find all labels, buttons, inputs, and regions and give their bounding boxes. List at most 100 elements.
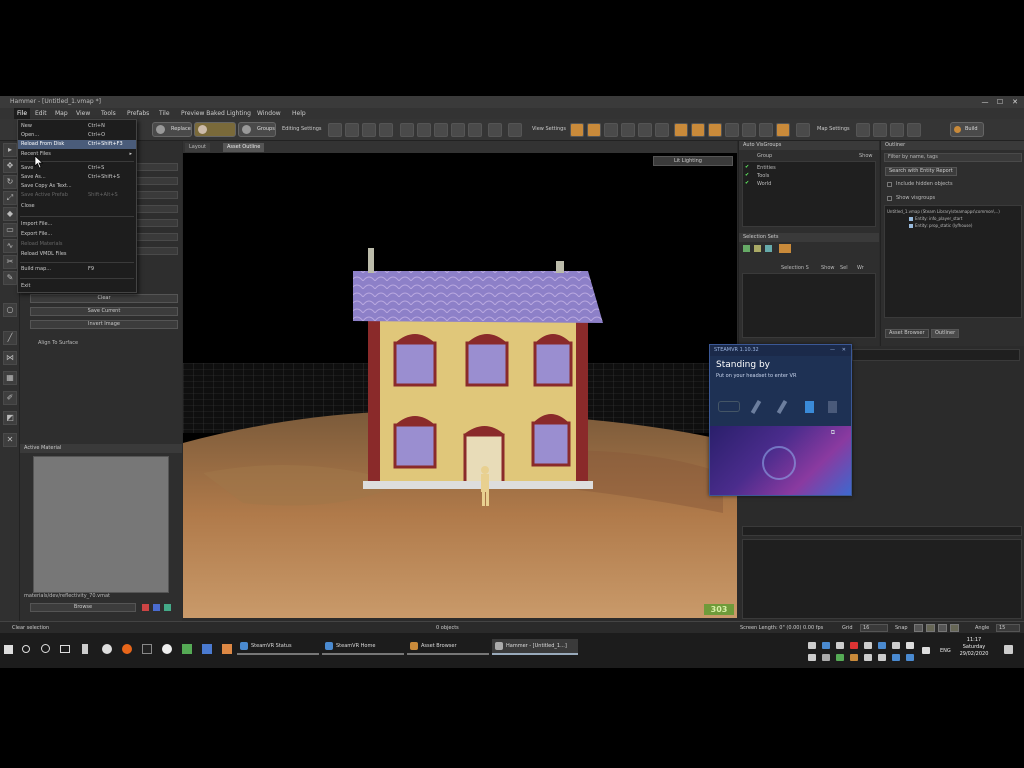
view-toggle-4-icon[interactable] bbox=[621, 123, 635, 137]
grid-tool-icon[interactable]: ▦ bbox=[3, 371, 17, 385]
tray-volume-icon[interactable] bbox=[922, 647, 930, 654]
app-green-icon[interactable] bbox=[182, 644, 192, 654]
align-to-surface-label[interactable]: Align To Surface bbox=[38, 340, 78, 346]
visgroup-entities[interactable]: Entities bbox=[757, 165, 776, 171]
search-icon[interactable] bbox=[22, 645, 30, 653]
property-field-2[interactable] bbox=[136, 177, 178, 185]
view-toggle-6-icon[interactable] bbox=[655, 123, 669, 137]
3d-viewport[interactable]: Lit Lighting 303 bbox=[183, 153, 737, 618]
player-figure[interactable] bbox=[481, 466, 489, 506]
groups-selection-button[interactable]: Groups bbox=[238, 122, 276, 137]
menu-item-open[interactable]: Open... Ctrl+O bbox=[18, 131, 136, 140]
view-toggle-1-icon[interactable] bbox=[570, 123, 584, 137]
rotate-tool-icon[interactable]: ↻ bbox=[3, 175, 17, 189]
properties-field[interactable] bbox=[852, 349, 1020, 361]
menu-window[interactable]: Window bbox=[254, 108, 284, 119]
paint-tool-icon[interactable]: ✎ bbox=[3, 271, 17, 285]
view-toggle-11-icon[interactable] bbox=[759, 123, 773, 137]
language-indicator[interactable]: ENG bbox=[940, 648, 951, 654]
path-tool-icon[interactable]: ∿ bbox=[3, 239, 17, 253]
property-field-1[interactable] bbox=[136, 163, 178, 171]
menu-view[interactable]: View bbox=[73, 108, 93, 119]
menu-edit[interactable]: Edit bbox=[32, 108, 50, 119]
tray-usb-icon[interactable] bbox=[906, 642, 914, 649]
check-icon[interactable]: ✔ bbox=[745, 165, 750, 170]
scale-snap-icon[interactable] bbox=[379, 123, 393, 137]
chrome-icon[interactable] bbox=[162, 644, 172, 654]
circle-tool-icon[interactable]: ○ bbox=[3, 303, 17, 317]
scale-tool-icon[interactable]: ⤢ bbox=[3, 191, 17, 205]
property-field-7[interactable] bbox=[136, 247, 178, 255]
render-unlit-icon[interactable] bbox=[417, 123, 431, 137]
menu-prefabs[interactable]: Prefabs bbox=[124, 108, 152, 119]
house-model[interactable] bbox=[353, 248, 603, 489]
save-current-button[interactable]: Save Current bbox=[30, 307, 178, 316]
map-setting-4-icon[interactable] bbox=[907, 123, 921, 137]
tray-cloud-icon[interactable] bbox=[822, 654, 830, 661]
tab-outliner[interactable]: Outliner bbox=[931, 329, 960, 338]
tree-root[interactable]: Untitled_1.vmap (Steam Library\steamapps… bbox=[887, 209, 1000, 214]
menu-tools[interactable]: Tools bbox=[98, 108, 119, 119]
menu-item-close[interactable]: Close bbox=[18, 202, 136, 211]
property-field-5[interactable] bbox=[136, 219, 178, 227]
light-icon[interactable] bbox=[468, 123, 482, 137]
view-toggle-3-icon[interactable] bbox=[604, 123, 618, 137]
search-entity-report-button[interactable]: Search with Entity Report bbox=[885, 167, 957, 176]
translate-tool-icon[interactable]: ✥ bbox=[3, 159, 17, 173]
notifications-icon[interactable] bbox=[1004, 645, 1013, 654]
tray-app-5-icon[interactable] bbox=[892, 654, 900, 661]
angle-select[interactable]: 15 bbox=[996, 624, 1020, 632]
tray-steam-icon[interactable] bbox=[822, 642, 830, 649]
menu-tile[interactable]: Tile bbox=[156, 108, 173, 119]
minimize-button[interactable]: — bbox=[978, 96, 992, 108]
steamvr-status-window[interactable]: STEAMVR 1.10.32 — ✕ Standing by Put on y… bbox=[709, 344, 852, 496]
knife-tool-icon[interactable]: ╱ bbox=[3, 331, 17, 345]
vehicle-icon[interactable] bbox=[508, 123, 522, 137]
cross-tool-icon[interactable]: ✕ bbox=[3, 433, 17, 447]
render-mode-dropdown[interactable]: Lit Lighting bbox=[653, 156, 733, 166]
taskbar-app-steamvr-home[interactable]: SteamVR Home bbox=[322, 639, 404, 655]
vr-icon[interactable] bbox=[796, 123, 810, 137]
tab-asset-outline[interactable]: Asset Outline bbox=[223, 143, 265, 152]
menu-item-export-file[interactable]: Export File... bbox=[18, 230, 136, 239]
pivot-icon[interactable] bbox=[328, 123, 342, 137]
system-clock[interactable]: 11:17 Saturday 29/02/2020 bbox=[952, 637, 996, 658]
material-tool-icon[interactable]: ◩ bbox=[3, 411, 17, 425]
invert-image-button[interactable]: Invert Image bbox=[30, 320, 178, 329]
terminal-icon[interactable] bbox=[142, 644, 152, 654]
material-green-icon[interactable] bbox=[164, 604, 171, 611]
menu-item-save-active-prefab[interactable]: Save Active Prefab Shift+Alt+S bbox=[18, 191, 136, 200]
check-icon[interactable]: ✔ bbox=[745, 173, 750, 178]
menu-item-reload-from-disk[interactable]: Reload From Disk Ctrl+Shift+F3 bbox=[18, 140, 136, 149]
tray-nvidia-icon[interactable] bbox=[836, 654, 844, 661]
firefox-icon[interactable] bbox=[122, 644, 132, 654]
map-setting-1-icon[interactable] bbox=[856, 123, 870, 137]
snap-toggle-2-icon[interactable] bbox=[926, 624, 935, 632]
grid-size-select[interactable]: 16 bbox=[860, 624, 888, 632]
menu-item-reload-materials[interactable]: Reload Materials bbox=[18, 240, 136, 249]
build-button[interactable]: Build bbox=[950, 122, 984, 137]
tray-app-icon[interactable] bbox=[808, 642, 816, 649]
menu-preview-baked-lighting[interactable]: Preview Baked Lighting bbox=[178, 108, 254, 119]
outliner-filter-input[interactable]: Filter by name, tags bbox=[884, 153, 1022, 162]
tray-app-6-icon[interactable] bbox=[906, 654, 914, 661]
cortana-icon[interactable] bbox=[41, 644, 50, 653]
visgroup-world[interactable]: World bbox=[757, 181, 771, 187]
tree-item-info-player-start[interactable]: Entity: info_player_start bbox=[915, 216, 962, 221]
run-icon[interactable] bbox=[725, 123, 739, 137]
menu-map[interactable]: Map bbox=[52, 108, 71, 119]
tray-app-3-icon[interactable] bbox=[864, 654, 872, 661]
clip-tool-icon[interactable]: ✂ bbox=[3, 255, 17, 269]
menu-item-build-map[interactable]: Build map... F9 bbox=[18, 265, 136, 274]
replace-selection-button[interactable]: Replace bbox=[152, 122, 192, 137]
property-field-6[interactable] bbox=[136, 233, 178, 241]
remove-set-icon[interactable] bbox=[765, 245, 772, 252]
view-toggle-7-icon[interactable] bbox=[674, 123, 688, 137]
tray-display-icon[interactable] bbox=[892, 642, 900, 649]
view-toggle-12-icon[interactable] bbox=[776, 123, 790, 137]
taskbar-app-asset-browser[interactable]: Asset Browser bbox=[407, 639, 489, 655]
external-link-icon[interactable]: ⧉ bbox=[831, 429, 835, 437]
tray-orange-icon[interactable] bbox=[850, 654, 858, 661]
visgroup-tools[interactable]: Tools bbox=[757, 173, 769, 179]
node-tool-icon[interactable]: ⋈ bbox=[3, 351, 17, 365]
